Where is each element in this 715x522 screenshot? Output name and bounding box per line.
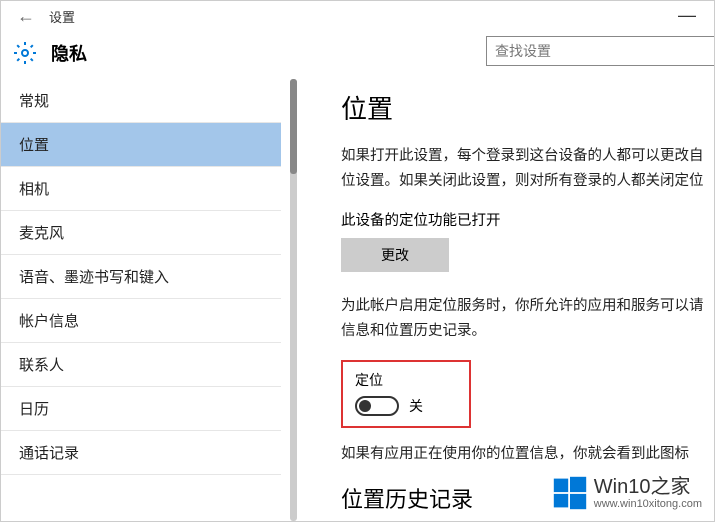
nav-label: 通话记录: [19, 442, 79, 463]
nav-call-history[interactable]: 通话记录: [1, 431, 281, 475]
sidebar: 常规 位置 相机 麦克风 语音、墨迹书写和键入 帐户信息 联系人 日历 通话记录: [1, 79, 311, 521]
nav-contacts[interactable]: 联系人: [1, 343, 281, 387]
nav-general[interactable]: 常规: [1, 79, 281, 123]
change-button[interactable]: 更改: [341, 238, 449, 272]
toggle-state: 关: [409, 396, 423, 416]
nav-label: 相机: [19, 178, 49, 199]
nav-label: 语音、墨迹书写和键入: [19, 266, 169, 287]
watermark-title: Win10之家: [594, 476, 702, 498]
search-box[interactable]: [486, 36, 714, 66]
nav-label: 帐户信息: [19, 310, 79, 331]
nav-microphone[interactable]: 麦克风: [1, 211, 281, 255]
watermark: Win10之家 www.win10xitong.com: [548, 473, 706, 513]
search-input[interactable]: [495, 43, 706, 59]
nav-location[interactable]: 位置: [1, 123, 281, 167]
account-location-description: 为此帐户启用定位服务时，你所允许的应用和服务可以请信息和位置历史记录。: [341, 294, 714, 343]
nav-label: 麦克风: [19, 222, 64, 243]
device-location-status: 此设备的定位功能已打开: [341, 209, 714, 230]
app-usage-note: 如果有应用正在使用你的位置信息，你就会看到此图标: [341, 442, 714, 467]
nav-speech-ink[interactable]: 语音、墨迹书写和键入: [1, 255, 281, 299]
nav-camera[interactable]: 相机: [1, 167, 281, 211]
page-title: 位置: [341, 89, 714, 126]
back-button[interactable]: ←: [11, 6, 41, 27]
windows-logo-icon: [552, 475, 588, 511]
window-title: 设置: [49, 7, 75, 26]
nav-label: 位置: [19, 134, 49, 155]
nav-label: 联系人: [19, 354, 64, 375]
nav-calendar[interactable]: 日历: [1, 387, 281, 431]
gear-icon: [11, 39, 39, 67]
page-category: 隐私: [51, 40, 87, 66]
nav-label: 日历: [19, 398, 49, 419]
nav-label: 常规: [19, 90, 49, 111]
minimize-button[interactable]: —: [678, 5, 696, 26]
toggle-knob: [359, 400, 371, 412]
location-toggle-section: 定位 关: [341, 360, 471, 428]
watermark-url: www.win10xitong.com: [594, 498, 702, 510]
toggle-label: 定位: [355, 370, 457, 390]
location-toggle[interactable]: [355, 396, 399, 416]
location-description: 如果打开此设置，每个登录到这台设备的人都可以更改自位设置。如果关闭此设置，则对所…: [341, 144, 714, 193]
nav-account-info[interactable]: 帐户信息: [1, 299, 281, 343]
content-pane: 位置 如果打开此设置，每个登录到这台设备的人都可以更改自位设置。如果关闭此设置，…: [311, 79, 714, 521]
